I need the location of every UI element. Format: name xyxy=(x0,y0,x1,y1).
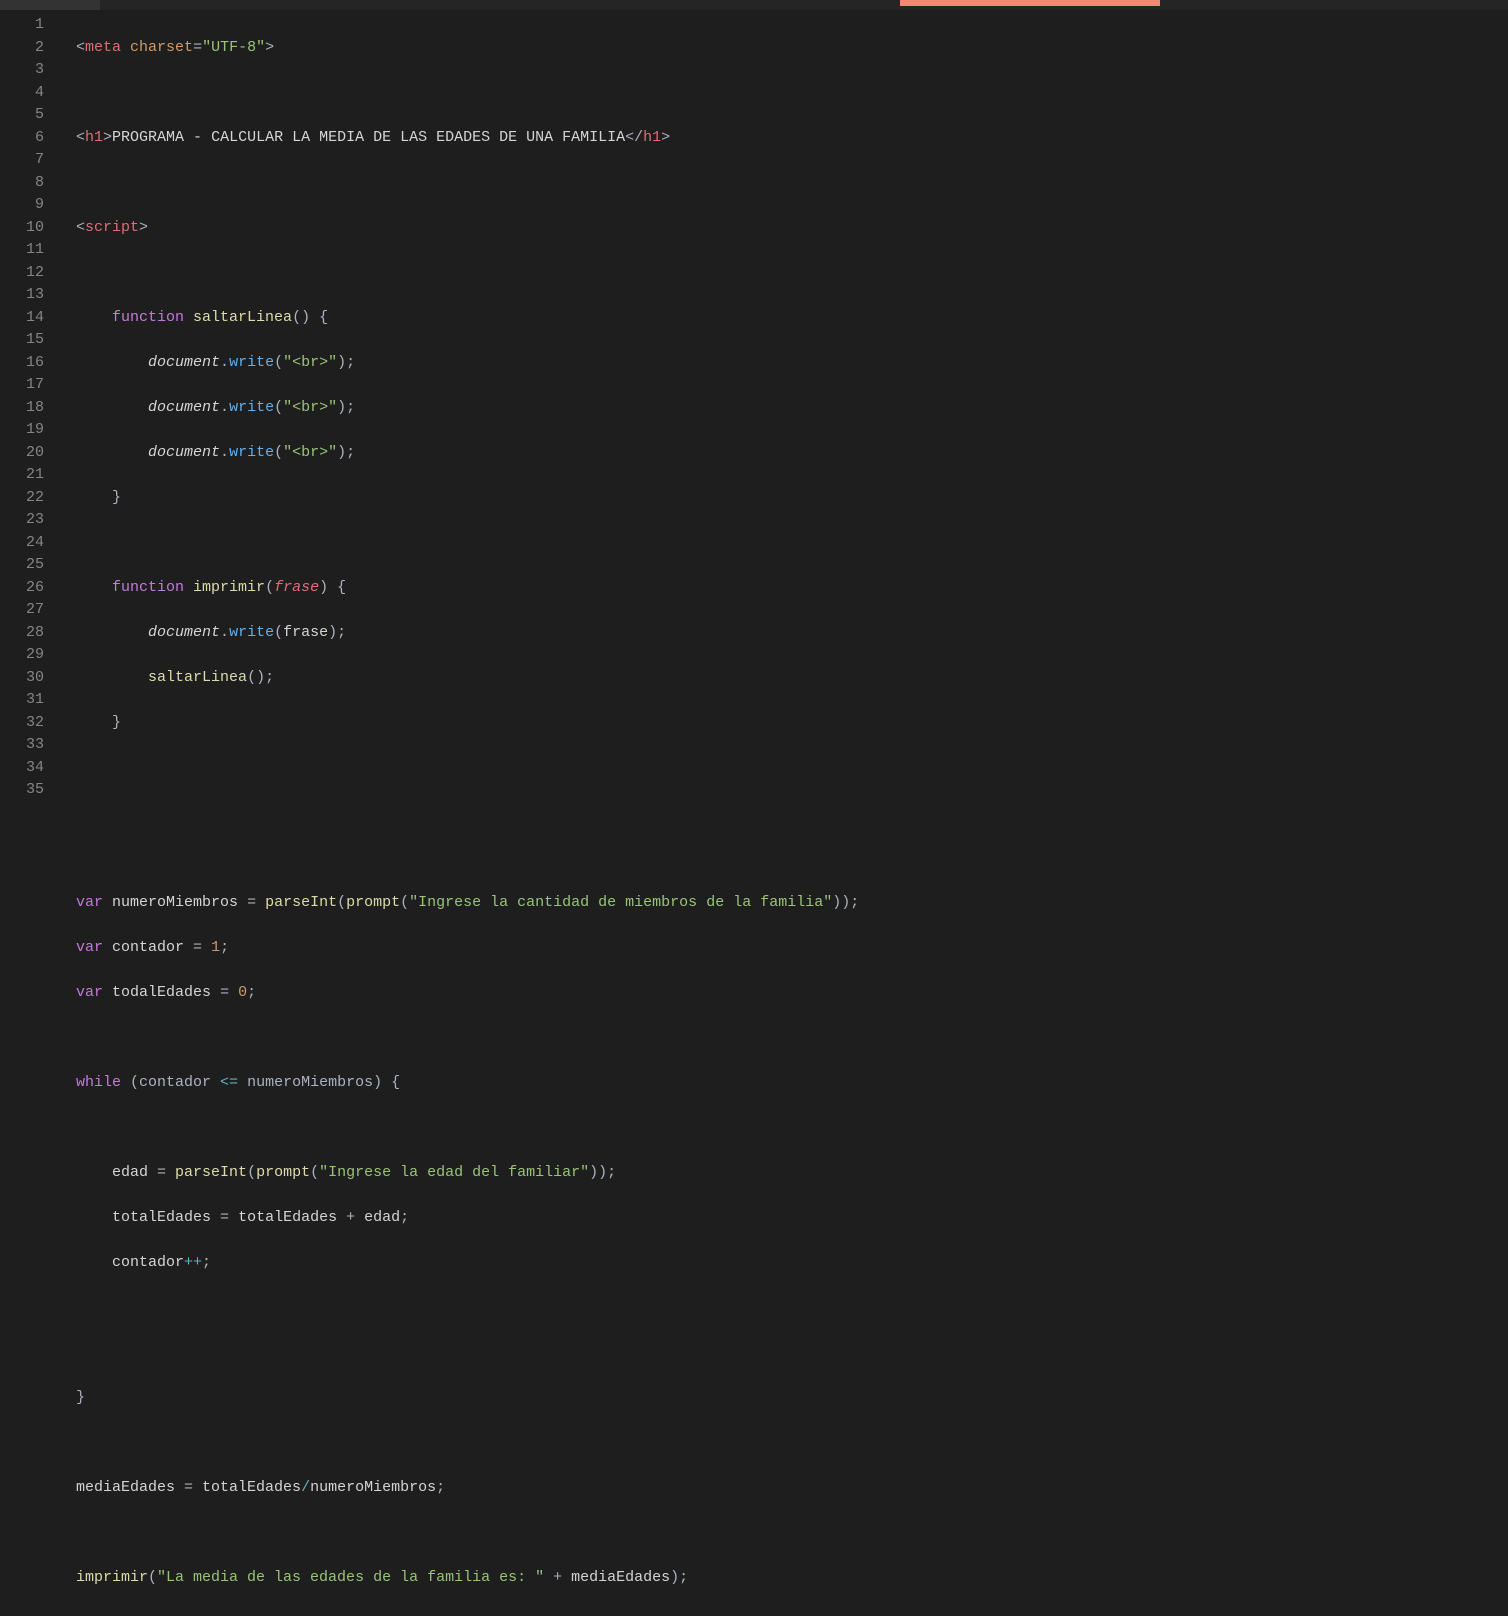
code-line[interactable]: document.write(frase); xyxy=(76,622,1508,645)
line-number: 9 xyxy=(0,194,44,217)
code-line[interactable] xyxy=(76,262,1508,285)
code-line[interactable]: function saltarLinea() { xyxy=(76,307,1508,330)
line-number: 26 xyxy=(0,577,44,600)
line-number: 20 xyxy=(0,442,44,465)
code-line[interactable] xyxy=(76,1297,1508,1320)
line-number: 4 xyxy=(0,82,44,105)
line-number: 14 xyxy=(0,307,44,330)
line-number: 1 xyxy=(0,14,44,37)
line-number: 12 xyxy=(0,262,44,285)
code-line[interactable]: var contador = 1; xyxy=(76,937,1508,960)
line-number: 3 xyxy=(0,59,44,82)
code-line[interactable]: <meta charset="UTF-8"> xyxy=(76,37,1508,60)
line-number: 8 xyxy=(0,172,44,195)
code-line[interactable]: } xyxy=(76,487,1508,510)
line-number: 19 xyxy=(0,419,44,442)
code-line[interactable]: var todalEdades = 0; xyxy=(76,982,1508,1005)
code-line[interactable]: document.write("<br>"); xyxy=(76,352,1508,375)
line-number: 31 xyxy=(0,689,44,712)
tab-bar xyxy=(0,0,1508,10)
editor-area[interactable]: 1 2 3 4 5 6 7 8 9 10 11 12 13 14 15 16 1… xyxy=(0,10,1508,808)
code-line[interactable] xyxy=(76,1522,1508,1545)
minimap-highlight xyxy=(900,0,1160,6)
code-line[interactable]: var numeroMiembros = parseInt(prompt("In… xyxy=(76,892,1508,915)
line-number: 29 xyxy=(0,644,44,667)
code-line[interactable] xyxy=(76,1342,1508,1365)
code-line[interactable]: } xyxy=(76,712,1508,735)
line-number: 34 xyxy=(0,757,44,780)
code-line[interactable]: document.write("<br>"); xyxy=(76,397,1508,420)
code-line[interactable] xyxy=(76,802,1508,825)
line-number: 13 xyxy=(0,284,44,307)
code-line[interactable]: mediaEdades = totalEdades/numeroMiembros… xyxy=(76,1477,1508,1500)
code-line[interactable] xyxy=(76,172,1508,195)
code-line[interactable]: totalEdades = totalEdades + edad; xyxy=(76,1207,1508,1230)
code-line[interactable] xyxy=(76,847,1508,870)
line-number: 35 xyxy=(0,779,44,802)
code-line[interactable] xyxy=(76,1027,1508,1050)
line-number: 11 xyxy=(0,239,44,262)
line-number: 27 xyxy=(0,599,44,622)
line-number: 23 xyxy=(0,509,44,532)
line-number: 24 xyxy=(0,532,44,555)
code-line[interactable] xyxy=(76,82,1508,105)
line-number: 10 xyxy=(0,217,44,240)
code-line[interactable]: <h1>PROGRAMA - CALCULAR LA MEDIA DE LAS … xyxy=(76,127,1508,150)
line-number: 32 xyxy=(0,712,44,735)
code-line[interactable]: contador++; xyxy=(76,1252,1508,1275)
code-line[interactable]: while (contador <= numeroMiembros) { xyxy=(76,1072,1508,1095)
active-tab-area[interactable] xyxy=(0,0,100,10)
code-line[interactable]: saltarLinea(); xyxy=(76,667,1508,690)
line-number: 16 xyxy=(0,352,44,375)
line-number: 2 xyxy=(0,37,44,60)
line-number: 17 xyxy=(0,374,44,397)
code-line[interactable] xyxy=(76,532,1508,555)
line-number: 22 xyxy=(0,487,44,510)
code-line[interactable]: <script> xyxy=(76,217,1508,240)
code-line[interactable]: imprimir("La media de las edades de la f… xyxy=(76,1567,1508,1590)
line-number: 25 xyxy=(0,554,44,577)
line-number: 28 xyxy=(0,622,44,645)
code-line[interactable]: edad = parseInt(prompt("Ingrese la edad … xyxy=(76,1162,1508,1185)
code-line[interactable]: function imprimir(frase) { xyxy=(76,577,1508,600)
code-line[interactable] xyxy=(76,1432,1508,1455)
line-number: 15 xyxy=(0,329,44,352)
line-number: 21 xyxy=(0,464,44,487)
line-number: 30 xyxy=(0,667,44,690)
code-content[interactable]: <meta charset="UTF-8"> <h1>PROGRAMA - CA… xyxy=(62,10,1508,808)
code-line[interactable]: } xyxy=(76,1387,1508,1410)
code-line[interactable] xyxy=(76,757,1508,780)
line-number: 6 xyxy=(0,127,44,150)
code-line[interactable]: document.write("<br>"); xyxy=(76,442,1508,465)
line-number-gutter: 1 2 3 4 5 6 7 8 9 10 11 12 13 14 15 16 1… xyxy=(0,10,62,808)
line-number: 5 xyxy=(0,104,44,127)
line-number: 18 xyxy=(0,397,44,420)
line-number: 33 xyxy=(0,734,44,757)
code-line[interactable] xyxy=(76,1117,1508,1140)
line-number: 7 xyxy=(0,149,44,172)
